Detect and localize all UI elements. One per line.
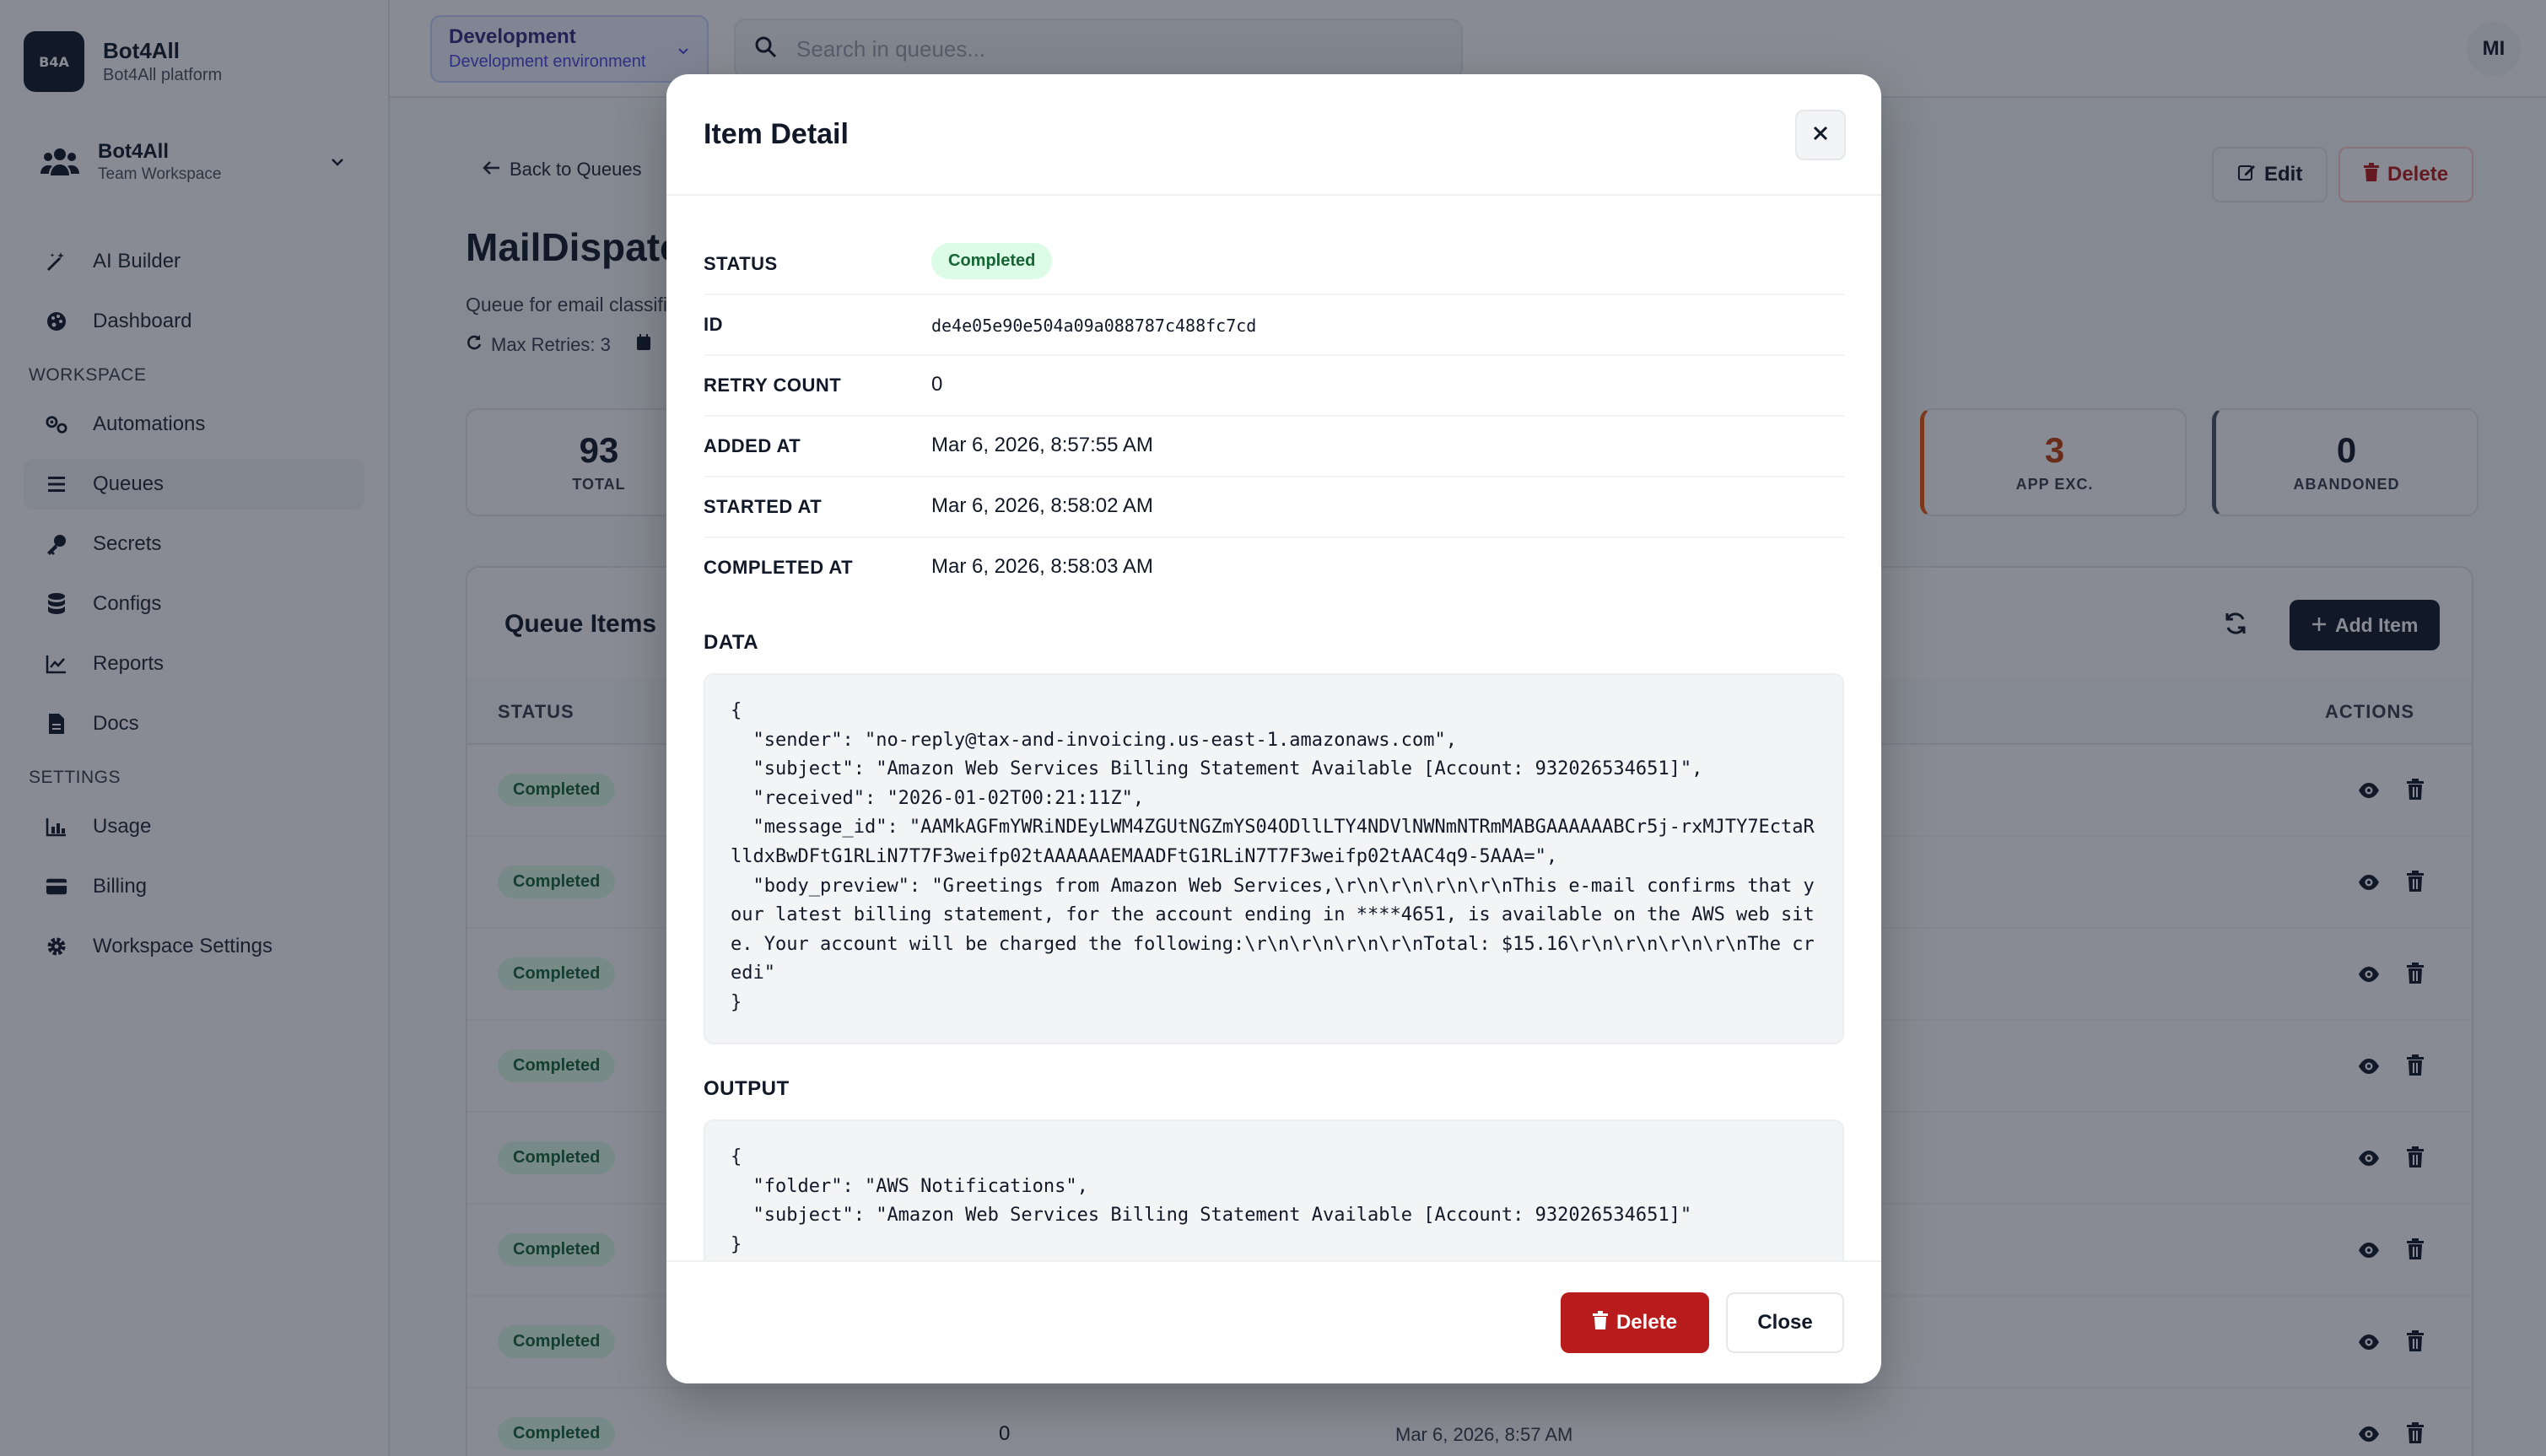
field-key: ID	[704, 314, 723, 335]
field-value: Mar 6, 2026, 8:57:55 AM	[931, 434, 1153, 456]
field-value: Mar 6, 2026, 8:58:03 AM	[931, 555, 1153, 578]
close-modal-button[interactable]: Close	[1726, 1292, 1844, 1353]
close-button[interactable]	[1795, 110, 1846, 160]
field-value: 0	[931, 373, 943, 396]
field-key: COMPLETED AT	[704, 557, 854, 578]
data-json-block: { "sender": "no-reply@tax-and-invoicing.…	[704, 673, 1844, 1044]
output-json-block: { "folder": "AWS Notifications", "subjec…	[704, 1119, 1844, 1260]
field-id: ID de4e05e90e504a09a088787c488fc7cd	[704, 295, 1844, 356]
field-key: RETRY COUNT	[704, 375, 842, 396]
close-icon	[1812, 125, 1829, 146]
status-badge: Completed	[931, 243, 1053, 279]
field-completed-at: COMPLETED AT Mar 6, 2026, 8:58:03 AM	[704, 538, 1844, 599]
field-value: Mar 6, 2026, 8:58:02 AM	[931, 494, 1153, 517]
item-detail-modal: Item Detail STATUS Completed ID de4e05e9…	[666, 74, 1881, 1383]
field-started-at: STARTED AT Mar 6, 2026, 8:58:02 AM	[704, 477, 1844, 538]
output-section-label: OUTPUT	[704, 1077, 790, 1100]
delete-item-button[interactable]: Delete	[1561, 1292, 1709, 1353]
trash-icon	[1592, 1310, 1608, 1335]
field-key: ADDED AT	[704, 435, 801, 456]
data-section-label: DATA	[704, 631, 759, 654]
modal-header: Item Detail	[666, 74, 1881, 196]
field-added-at: ADDED AT Mar 6, 2026, 8:57:55 AM	[704, 417, 1844, 477]
field-retry-count: RETRY COUNT 0	[704, 356, 1844, 417]
field-key: STARTED AT	[704, 496, 823, 517]
modal-footer: Delete Close	[666, 1260, 1881, 1383]
field-key: STATUS	[704, 253, 778, 274]
field-status: STATUS Completed	[704, 235, 1844, 295]
modal-body[interactable]: STATUS Completed ID de4e05e90e504a09a088…	[666, 196, 1881, 1260]
modal-title: Item Detail	[704, 118, 849, 150]
delete-label: Delete	[1616, 1311, 1678, 1334]
field-value: de4e05e90e504a09a088787c488fc7cd	[931, 315, 1257, 336]
